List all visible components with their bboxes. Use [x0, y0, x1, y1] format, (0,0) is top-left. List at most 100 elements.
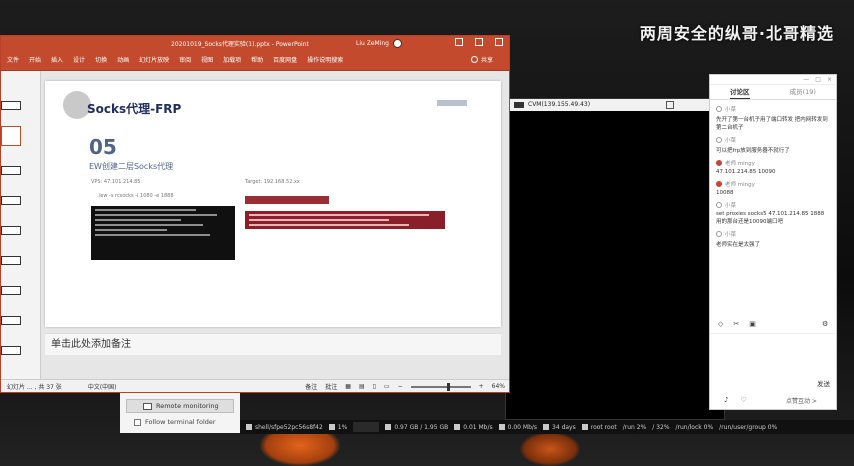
- share-button[interactable]: 共享: [470, 55, 493, 64]
- ppt-titlebar[interactable]: 20201019_Socks代理实验(1).pptx - PowerPoint …: [1, 36, 509, 49]
- tab-animations[interactable]: 动画: [117, 55, 129, 64]
- checkbox-box[interactable]: [134, 418, 141, 426]
- slide-thumbnail[interactable]: [1, 196, 21, 205]
- ppt-window-title: 20201019_Socks代理实验(1).pptx - PowerPoint: [171, 41, 309, 48]
- slide-thumbnail[interactable]: [1, 316, 21, 325]
- chat-message: 小菜 老师实在是太强了: [716, 230, 830, 248]
- message-author: 小菜: [725, 203, 737, 209]
- terminal-titlebar[interactable]: CVM(139.155.49.43): [506, 99, 724, 111]
- user-avatar-icon: [716, 137, 722, 143]
- terminal-status-bar: shell/sfpe52pc56s8f42 1% 0.97 GB / 1.95 …: [240, 420, 854, 434]
- notes-pane[interactable]: 单击此处添加备注: [45, 333, 501, 355]
- chat-bottom-bar: ♪ ♡ 点赞互动 >: [724, 396, 817, 405]
- monitor-icon: [143, 402, 152, 410]
- tab-addins[interactable]: 加载项: [223, 55, 241, 64]
- chat-message: 老师 mingy 47.101.214.85 10090: [716, 159, 830, 175]
- ppt-workspace: Socks代理-FRP 05 EW创建二层Socks代理 VPS: 47.101…: [1, 71, 509, 381]
- slide-thumbnail[interactable]: [1, 346, 21, 355]
- slide-terminal-screenshot: [91, 206, 235, 260]
- maximize-icon[interactable]: [475, 38, 483, 46]
- chat-input-area[interactable]: 发送 ♪ ♡ 点赞互动 >: [710, 333, 836, 411]
- microphone-icon[interactable]: ♪: [724, 396, 728, 404]
- zoom-slider[interactable]: [410, 382, 471, 391]
- status-disk-user: /run/user/group 0%: [719, 423, 778, 431]
- slideshow-icon[interactable]: ▭: [384, 383, 390, 390]
- teacher-avatar-icon: [716, 181, 722, 187]
- slide-thumbnail[interactable]: [1, 226, 21, 235]
- close-icon[interactable]: [495, 38, 503, 46]
- user-icon: [581, 424, 588, 430]
- tab-design[interactable]: 设计: [73, 55, 85, 64]
- scissors-icon[interactable]: ✂: [733, 320, 739, 328]
- terminal-icon: [514, 102, 524, 108]
- shield-icon[interactable]: ◇: [718, 320, 723, 328]
- close-icon[interactable]: ×: [827, 75, 832, 84]
- comments-toggle[interactable]: 批注: [325, 382, 337, 391]
- maximize-icon[interactable]: □: [815, 75, 821, 84]
- tab-transitions[interactable]: 切换: [95, 55, 107, 64]
- gear-icon[interactable]: ⚙: [822, 320, 828, 328]
- tab-insert[interactable]: 插入: [51, 55, 63, 64]
- message-text: 10088: [716, 190, 734, 196]
- avatar[interactable]: [392, 39, 402, 48]
- slide-thumbnails[interactable]: [1, 71, 41, 381]
- status-cpu: 1%: [337, 423, 348, 431]
- reading-view-icon[interactable]: ▯: [373, 383, 376, 390]
- slide-thumbnail[interactable]: [1, 286, 21, 295]
- chat-message: 小菜 set proxies socks5 47.101.214.85 1888…: [716, 201, 830, 225]
- zoom-level[interactable]: 64%: [492, 383, 505, 390]
- slide-thumbnail[interactable]: [1, 256, 21, 265]
- terminal-pin-icon[interactable]: [666, 101, 674, 109]
- message-text: 可以把frp放到服务器不就行了: [716, 148, 790, 154]
- slide-logo: [437, 100, 467, 106]
- message-list[interactable]: 小菜 先开了第一台机子用了端口转发 把内网转发到第二台机子 小菜 可以把frp放…: [710, 105, 836, 248]
- upload-icon: [454, 424, 461, 430]
- tab-slideshow[interactable]: 幻灯片放映: [139, 55, 169, 64]
- tell-me-search[interactable]: 操作说明搜索: [307, 55, 343, 64]
- interaction-link[interactable]: 点赞互动 >: [786, 396, 817, 405]
- slide-label-vps: VPS: 47.101.214.85: [91, 179, 141, 185]
- follow-terminal-folder-checkbox[interactable]: Follow terminal folder: [134, 418, 216, 426]
- slide-subtitle: EW创建二层Socks代理: [89, 162, 174, 171]
- slide-sorter-icon[interactable]: ▤: [359, 383, 365, 390]
- follow-terminal-folder-label: Follow terminal folder: [145, 418, 216, 426]
- slide-thumbnail[interactable]: [1, 101, 21, 110]
- tab-members[interactable]: 成员(19): [790, 85, 816, 99]
- heart-icon[interactable]: ♡: [740, 396, 746, 404]
- tab-view[interactable]: 视图: [201, 55, 213, 64]
- slide-thumbnail-selected[interactable]: [1, 126, 21, 146]
- discussion-panel: — □ × 讨论区 成员(19) 小菜 先开了第一台机子用了端口转发 把内网转发…: [709, 74, 837, 410]
- message-author: 小菜: [725, 107, 737, 113]
- remote-terminal-window[interactable]: CVM(139.155.49.43): [505, 98, 725, 420]
- zoom-knob[interactable]: [446, 382, 450, 391]
- notes-toggle[interactable]: 备注: [305, 382, 317, 391]
- cpu-icon: [328, 424, 335, 430]
- remote-monitoring-button[interactable]: Remote monitoring: [126, 399, 234, 413]
- send-button[interactable]: 发送: [817, 378, 830, 388]
- language-indicator[interactable]: 中文(中国): [88, 382, 117, 391]
- share-label: 共享: [480, 57, 493, 64]
- tab-file[interactable]: 文件: [7, 55, 19, 64]
- minimize-icon[interactable]: [455, 38, 463, 46]
- slide-thumbnail[interactable]: [1, 166, 21, 175]
- message-author: 老师 mingy: [725, 182, 755, 188]
- ribbon-tabs: 文件 开始 插入 设计 切换 动画 幻灯片放映 审阅 视图 加载项 帮助 百度网…: [1, 49, 509, 71]
- tab-help[interactable]: 帮助: [251, 55, 263, 64]
- status-upload: 0.01 Mb/s: [463, 423, 493, 431]
- message-text: set proxies socks5 47.101.214.85 1888 用的…: [716, 211, 825, 225]
- chat-window-controls: — □ ×: [710, 75, 836, 85]
- image-icon[interactable]: ▣: [749, 320, 756, 328]
- slide-canvas[interactable]: Socks代理-FRP 05 EW创建二层Socks代理 VPS: 47.101…: [45, 81, 501, 327]
- minimize-icon[interactable]: —: [803, 75, 809, 84]
- status-disk-run: /run 2%: [622, 423, 647, 431]
- normal-view-icon[interactable]: ▦: [345, 383, 351, 390]
- tab-home[interactable]: 开始: [29, 55, 41, 64]
- zoom-in-icon[interactable]: +: [479, 383, 484, 390]
- status-shell: shell/sfpe52pc56s8f42: [255, 423, 323, 431]
- tab-discussion[interactable]: 讨论区: [730, 85, 750, 99]
- ppt-user[interactable]: Liu ZeMing: [356, 39, 402, 48]
- zoom-out-icon[interactable]: −: [398, 383, 403, 390]
- slide-label-target: Target: 192.168.52.xx: [245, 179, 300, 185]
- tab-review[interactable]: 审阅: [179, 55, 191, 64]
- tab-baidu-netdisk[interactable]: 百度网盘: [273, 55, 297, 64]
